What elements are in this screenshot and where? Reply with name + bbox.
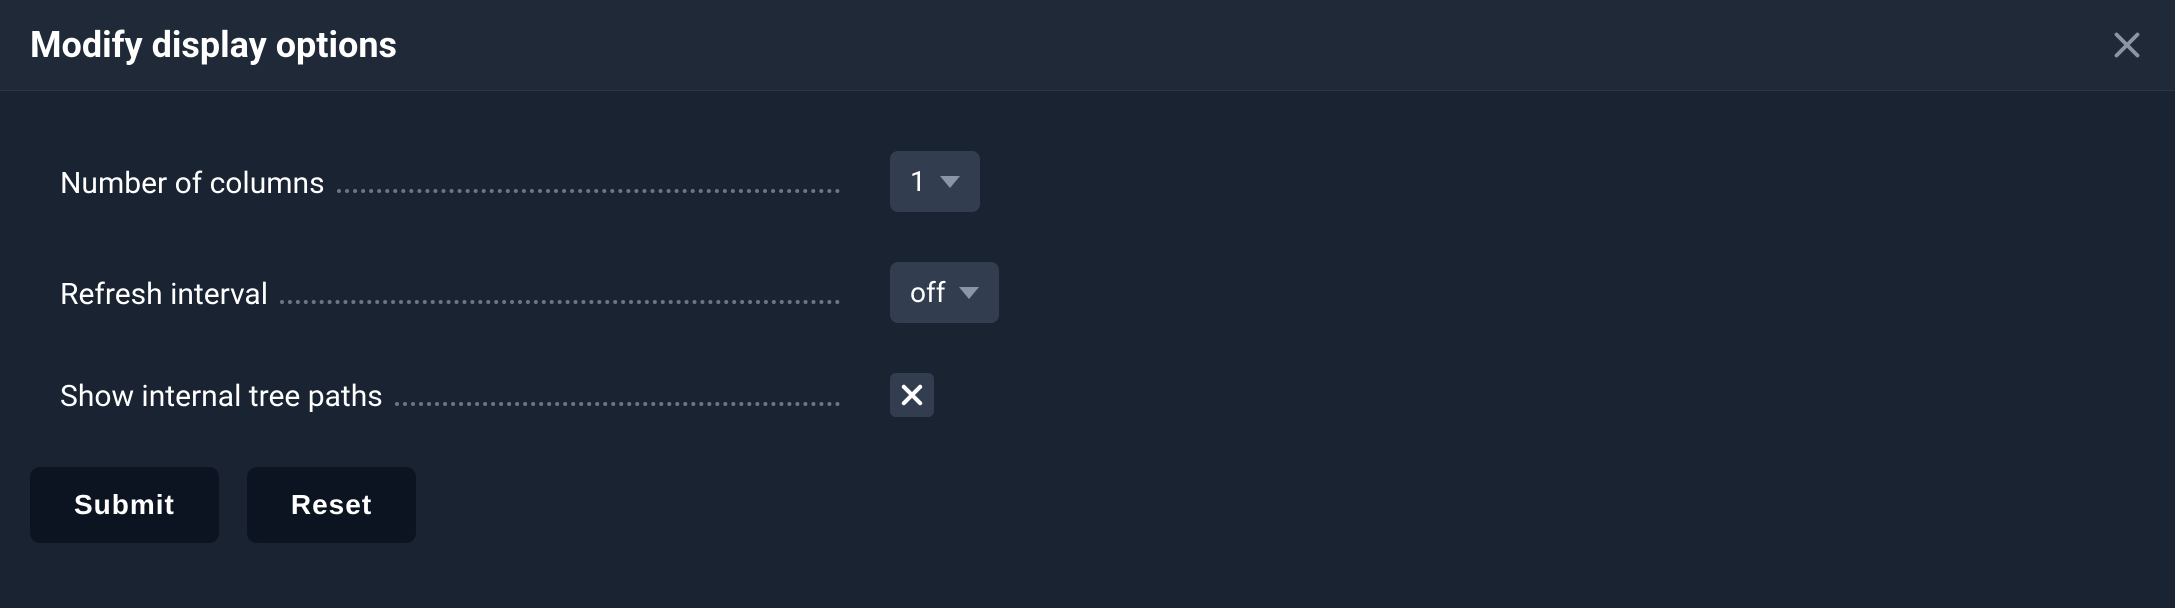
columns-label: Number of columns (60, 166, 337, 201)
refresh-control: off (890, 262, 999, 323)
dialog-header: Modify display options (0, 0, 2175, 91)
dialog-title: Modify display options (30, 24, 397, 66)
tree-paths-label: Show internal tree paths (60, 379, 395, 414)
button-row: Submit Reset (30, 467, 2115, 543)
dotted-leader (280, 274, 840, 304)
columns-value: 1 (910, 165, 926, 198)
refresh-dropdown[interactable]: off (890, 262, 999, 323)
refresh-label: Refresh interval (60, 277, 280, 312)
label-area: Refresh interval (60, 274, 840, 312)
tree-paths-checkbox[interactable] (890, 373, 934, 417)
columns-dropdown[interactable]: 1 (890, 151, 980, 212)
row-refresh-interval: Refresh interval off (60, 262, 2115, 323)
dialog-content: Number of columns 1 Refresh interval off… (0, 91, 2175, 583)
dotted-leader (395, 376, 840, 406)
row-show-tree-paths: Show internal tree paths (60, 373, 2115, 417)
dotted-leader (337, 163, 840, 193)
refresh-value: off (910, 276, 945, 309)
row-number-of-columns: Number of columns 1 (60, 151, 2115, 212)
reset-button[interactable]: Reset (247, 467, 416, 543)
chevron-down-icon (940, 176, 960, 188)
label-area: Number of columns (60, 163, 840, 201)
chevron-down-icon (959, 287, 979, 299)
close-icon[interactable] (2109, 27, 2145, 63)
x-icon (898, 381, 926, 409)
tree-paths-control (890, 373, 934, 417)
columns-control: 1 (890, 151, 980, 212)
label-area: Show internal tree paths (60, 376, 840, 414)
submit-button[interactable]: Submit (30, 467, 219, 543)
